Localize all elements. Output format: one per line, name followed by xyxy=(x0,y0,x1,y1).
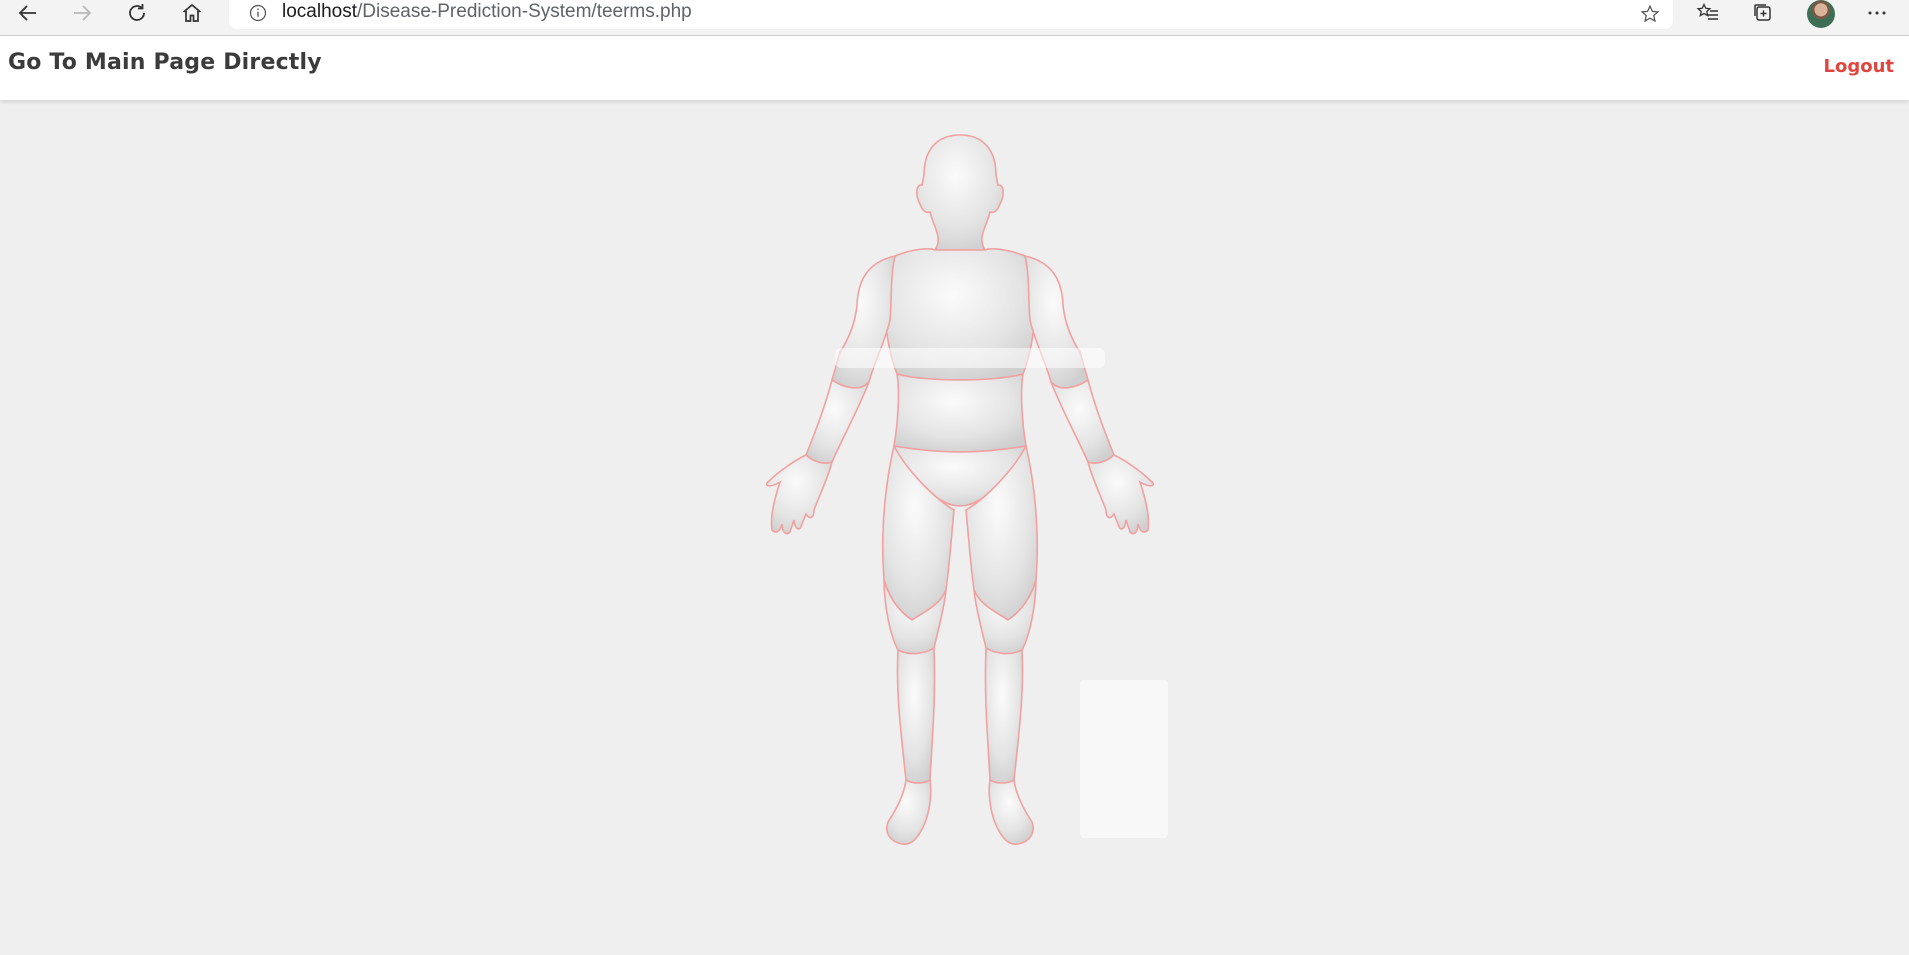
url-text[interactable]: localhost/Disease-Prediction-System/teer… xyxy=(282,1,692,23)
star-icon[interactable] xyxy=(1637,1,1663,27)
right-forearm-region[interactable] xyxy=(1050,378,1115,464)
left-hand-region[interactable] xyxy=(765,454,834,535)
abdomen-region[interactable] xyxy=(893,372,1027,453)
home-button[interactable] xyxy=(172,0,212,26)
forward-arrow-icon xyxy=(74,5,92,21)
logout-link[interactable]: Logout xyxy=(1823,56,1894,77)
url-path: /Disease-Prediction-System/teerms.php xyxy=(357,1,692,22)
forward-button[interactable] xyxy=(62,0,102,26)
right-upper-arm-region[interactable] xyxy=(1023,254,1089,389)
url-host: localhost xyxy=(282,1,357,22)
refresh-button[interactable] xyxy=(117,0,157,26)
address-bar[interactable]: localhost/Disease-Prediction-System/teer… xyxy=(229,0,1673,29)
head-region[interactable] xyxy=(916,134,1004,251)
favorites-list-icon xyxy=(1696,2,1718,20)
left-foot-region[interactable] xyxy=(886,778,932,845)
main-page-link[interactable]: Go To Main Page Directly xyxy=(8,50,322,75)
collections-button[interactable] xyxy=(1743,0,1783,26)
image-artifact xyxy=(1080,680,1168,838)
left-lower-leg-region[interactable] xyxy=(896,646,936,784)
more-options-icon xyxy=(1868,11,1886,15)
more-options-button[interactable] xyxy=(1857,0,1897,26)
right-hand-region[interactable] xyxy=(1086,454,1155,535)
browser-toolbar: localhost/Disease-Prediction-System/teer… xyxy=(0,0,1909,36)
left-upper-arm-region[interactable] xyxy=(831,254,897,389)
back-button[interactable] xyxy=(8,0,48,26)
right-lower-leg-region[interactable] xyxy=(984,646,1024,784)
back-arrow-icon xyxy=(18,5,36,21)
home-icon xyxy=(182,3,202,22)
info-icon[interactable] xyxy=(247,2,269,24)
collections-icon xyxy=(1754,4,1771,21)
refresh-icon xyxy=(129,4,145,21)
body-map xyxy=(740,120,1180,880)
site-header: Go To Main Page Directly Logout xyxy=(0,36,1909,100)
favorites-list-button[interactable] xyxy=(1688,0,1728,26)
avatar[interactable] xyxy=(1807,0,1835,28)
left-forearm-region[interactable] xyxy=(805,378,870,464)
image-artifact-band xyxy=(835,348,1105,368)
right-foot-region[interactable] xyxy=(988,778,1034,845)
